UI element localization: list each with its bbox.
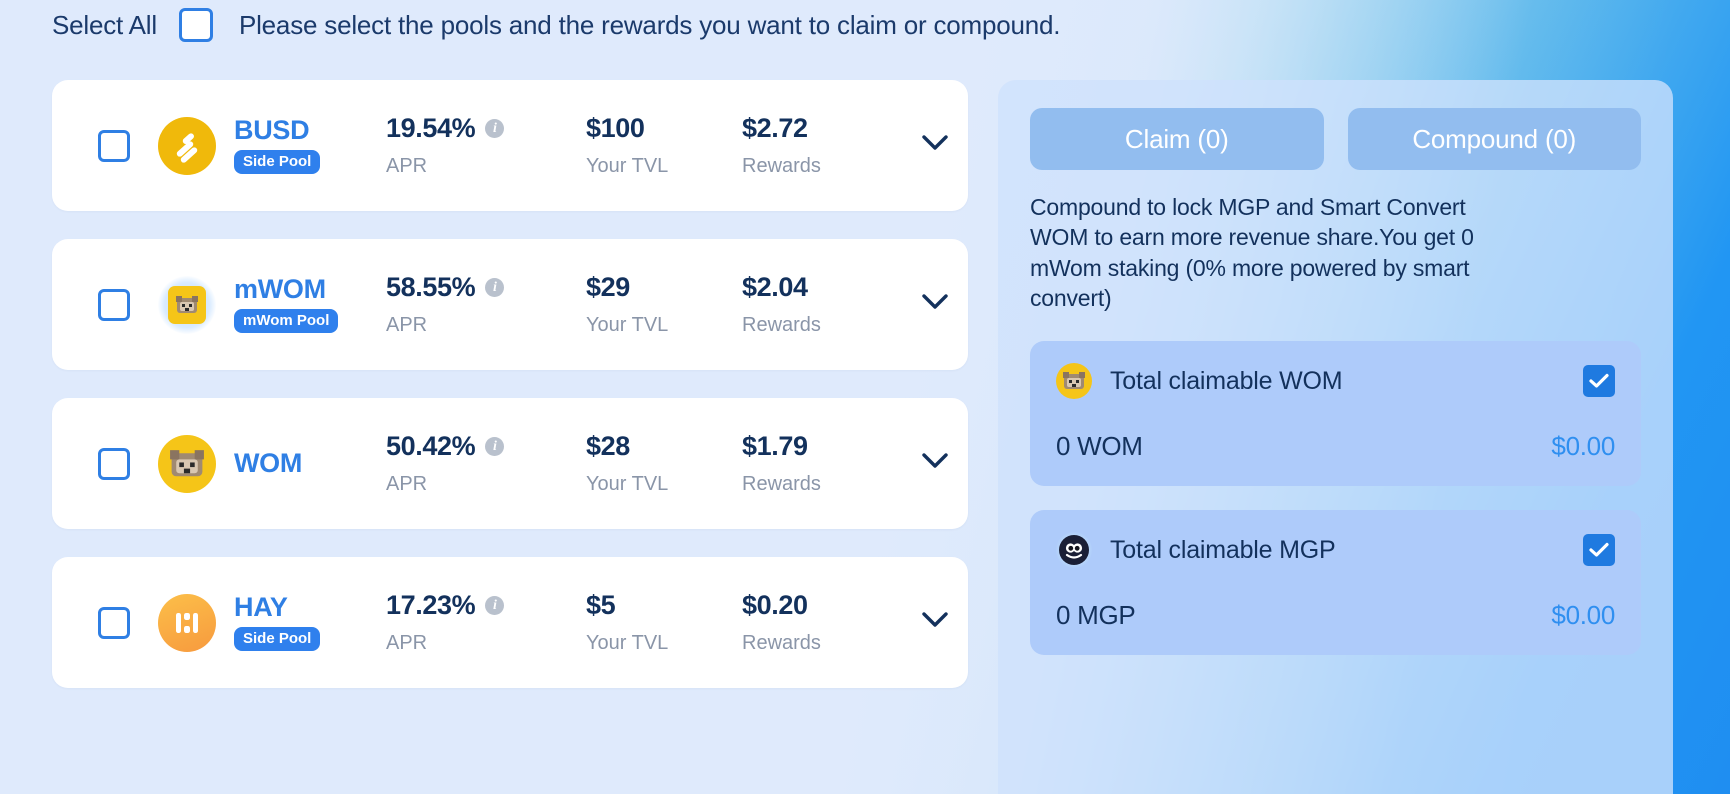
rewards-label: Rewards xyxy=(742,473,821,495)
tvl-value: $5 xyxy=(586,590,616,620)
pool-list: BUSD Side Pool 19.54% i APR $100 Your TV… xyxy=(52,80,968,716)
chevron-down-icon[interactable] xyxy=(922,612,948,633)
claimable-usd-value: $0.00 xyxy=(1551,600,1615,631)
claimable-amount-row: 0 MGP $0.00 xyxy=(1056,600,1615,631)
mwom-token-icon xyxy=(158,275,216,334)
tvl-label: Your TVL xyxy=(586,473,669,495)
claimable-card-header: Total claimable MGP xyxy=(1056,532,1615,569)
token-name: BUSD xyxy=(234,115,310,145)
rewards-stat: $1.79 Rewards xyxy=(742,431,922,495)
select-all-checkbox[interactable] xyxy=(178,8,213,42)
hay-token-icon xyxy=(158,593,216,652)
claimable-amount: 0 WOM xyxy=(1056,431,1143,462)
claimable-card-mgp: Total claimable MGP 0 MGP $0.00 xyxy=(1030,510,1641,656)
token-meta-wom: WOM xyxy=(234,450,364,477)
chevron-down-icon[interactable] xyxy=(922,135,948,156)
claimable-checkbox-mgp[interactable] xyxy=(1583,534,1615,567)
claimable-amount: 0 MGP xyxy=(1056,600,1136,631)
pool-checkbox-mwom[interactable] xyxy=(98,288,130,321)
pool-checkbox-wom[interactable] xyxy=(98,447,130,480)
tvl-value: $100 xyxy=(586,113,645,143)
tvl-label: Your TVL xyxy=(586,314,669,336)
compound-description: Compound to lock MGP and Smart Convert W… xyxy=(1030,194,1474,312)
apr-value: 50.42% xyxy=(386,431,476,461)
apr-value-wrap: 50.42% i xyxy=(386,433,586,460)
claimable-amount-row: 0 WOM $0.00 xyxy=(1056,431,1615,462)
wom-token-icon xyxy=(1056,363,1092,400)
header: Select All Please select the pools and t… xyxy=(52,6,1061,44)
rewards-label: Rewards xyxy=(742,155,821,177)
token-meta-hay: HAY Side Pool xyxy=(234,594,364,651)
pool-type-badge: mWom Pool xyxy=(234,309,339,333)
token-name: mWOM xyxy=(234,274,326,304)
claim-button[interactable]: Claim (0) xyxy=(1030,108,1324,170)
rewards-label: Rewards xyxy=(742,314,821,336)
claimable-checkbox-wom[interactable] xyxy=(1583,365,1615,398)
token-meta-mwom: mWOM mWom Pool xyxy=(234,276,364,333)
rewards-value: $2.04 xyxy=(742,272,808,302)
pool-checkbox-hay[interactable] xyxy=(98,606,130,639)
pool-checkbox-busd[interactable] xyxy=(98,129,130,162)
instruction-text: Please select the pools and the rewards … xyxy=(238,9,1061,40)
apr-stat: 17.23% i APR xyxy=(386,592,586,653)
apr-value: 19.54% xyxy=(386,113,476,143)
info-icon[interactable]: i xyxy=(485,596,505,615)
rewards-value: $1.79 xyxy=(742,431,808,461)
rewards-stat: $0.20 Rewards xyxy=(742,590,922,654)
claimable-card-header: Total claimable WOM xyxy=(1056,363,1615,400)
rewards-label: Rewards xyxy=(742,632,821,654)
tvl-label: Your TVL xyxy=(586,155,669,177)
apr-value-wrap: 19.54% i xyxy=(386,115,586,142)
apr-label: APR xyxy=(386,314,428,336)
chevron-down-icon[interactable] xyxy=(922,453,948,474)
tvl-stat: $28 Your TVL xyxy=(586,431,742,495)
apr-label: APR xyxy=(386,632,428,654)
apr-label: APR xyxy=(386,155,428,177)
rewards-stat: $2.72 Rewards xyxy=(742,113,922,177)
claimable-card-wom: Total claimable WOM 0 WOM $0.00 xyxy=(1030,341,1641,487)
token-name: HAY xyxy=(234,592,288,622)
tvl-label: Your TVL xyxy=(586,632,669,654)
apr-stat: 50.42% i APR xyxy=(386,433,586,494)
info-icon[interactable]: i xyxy=(485,119,505,138)
pool-row-wom[interactable]: WOM 50.42% i APR $28 Your TVL $1.79 Rewa… xyxy=(52,398,968,529)
tvl-stat: $29 Your TVL xyxy=(586,272,742,336)
tvl-value: $29 xyxy=(586,272,630,302)
claimable-usd-value: $0.00 xyxy=(1551,431,1615,462)
token-name: WOM xyxy=(234,448,303,478)
apr-value: 17.23% xyxy=(386,590,476,620)
apr-value-wrap: 17.23% i xyxy=(386,592,586,619)
claimable-title: Total claimable WOM xyxy=(1110,366,1343,395)
busd-token-icon xyxy=(158,116,216,175)
apr-stat: 58.55% i APR xyxy=(386,274,586,335)
pool-row-mwom[interactable]: mWOM mWom Pool 58.55% i APR $29 Your TVL… xyxy=(52,239,968,370)
claim-compound-panel: Claim (0) Compound (0) Compound to lock … xyxy=(998,80,1673,794)
token-meta-busd: BUSD Side Pool xyxy=(234,117,364,174)
action-button-row: Claim (0) Compound (0) xyxy=(1030,108,1641,170)
info-icon[interactable]: i xyxy=(485,278,505,297)
apr-value-wrap: 58.55% i xyxy=(386,274,586,301)
chevron-down-icon[interactable] xyxy=(922,294,948,315)
select-all-label: Select All xyxy=(52,9,157,40)
claimable-title: Total claimable MGP xyxy=(1110,535,1336,564)
pool-type-badge: Side Pool xyxy=(234,627,321,651)
tvl-stat: $5 Your TVL xyxy=(586,590,742,654)
claim-compound-page: Select All Please select the pools and t… xyxy=(0,0,1730,794)
wom-token-icon xyxy=(158,434,216,493)
rewards-stat: $2.04 Rewards xyxy=(742,272,922,336)
apr-label: APR xyxy=(386,473,428,495)
tvl-stat: $100 Your TVL xyxy=(586,113,742,177)
pool-row-busd[interactable]: BUSD Side Pool 19.54% i APR $100 Your TV… xyxy=(52,80,968,211)
rewards-value: $0.20 xyxy=(742,590,808,620)
info-icon[interactable]: i xyxy=(485,437,505,456)
compound-button[interactable]: Compound (0) xyxy=(1347,108,1641,170)
pool-row-hay[interactable]: HAY Side Pool 17.23% i APR $5 Your TVL $… xyxy=(52,557,968,688)
apr-stat: 19.54% i APR xyxy=(386,115,586,176)
apr-value: 58.55% xyxy=(386,272,476,302)
tvl-value: $28 xyxy=(586,431,630,461)
pool-type-badge: Side Pool xyxy=(234,150,321,174)
rewards-value: $2.72 xyxy=(742,113,808,143)
mgp-token-icon xyxy=(1056,532,1092,569)
